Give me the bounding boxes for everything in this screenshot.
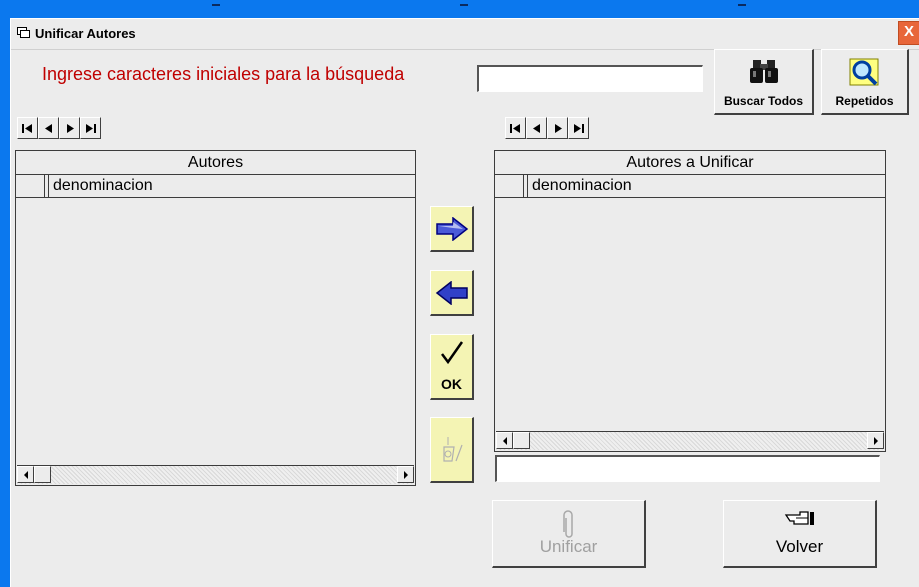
nav-first-button[interactable] xyxy=(505,117,526,139)
arrow-right-icon xyxy=(435,216,468,241)
clear-button[interactable] xyxy=(430,417,474,483)
scroll-right-button[interactable] xyxy=(867,432,884,449)
row-indicator-header xyxy=(495,174,524,197)
repetidos-label: Repetidos xyxy=(835,94,894,108)
title-bar[interactable]: Unificar Autores X xyxy=(11,19,919,50)
window-icon xyxy=(17,27,30,38)
ok-button[interactable]: OK xyxy=(430,334,474,400)
scroll-right-button[interactable] xyxy=(397,466,414,483)
selected-author-field[interactable] xyxy=(495,455,880,482)
desktop-decoration xyxy=(212,4,220,6)
paperclip-icon xyxy=(562,510,573,538)
add-author-button[interactable] xyxy=(430,206,474,252)
desktop-top xyxy=(0,0,919,18)
desktop-left xyxy=(0,0,10,586)
buscar-todos-button[interactable]: Buscar Todos xyxy=(714,49,814,115)
row-indicator-header xyxy=(16,174,45,197)
search-input[interactable] xyxy=(477,65,703,92)
nav-first-button[interactable] xyxy=(17,117,38,139)
buscar-todos-label: Buscar Todos xyxy=(723,94,804,108)
nav-last-button[interactable] xyxy=(80,117,101,139)
arrow-left-icon xyxy=(435,280,468,305)
right-navigator xyxy=(505,117,591,139)
desktop-decoration xyxy=(460,4,468,6)
checkmark-icon xyxy=(440,341,463,365)
autores-horizontal-scrollbar[interactable] xyxy=(17,465,414,484)
autores-a-unificar-grid[interactable]: Autores a Unificar denominacion xyxy=(494,150,886,452)
unificar-autores-window: Unificar Autores X Ingrese caracteres in… xyxy=(10,18,919,587)
autores-grid[interactable]: Autores denominacion xyxy=(15,150,416,486)
desktop-decoration xyxy=(738,4,746,6)
scroll-right-icon xyxy=(873,436,878,445)
close-icon: X xyxy=(903,23,914,40)
scroll-left-button[interactable] xyxy=(496,432,513,449)
autores-a-unificar-grid-title: Autores a Unificar xyxy=(495,151,885,175)
nav-next-button[interactable] xyxy=(59,117,80,139)
column-divider xyxy=(48,174,51,197)
nav-prev-button[interactable] xyxy=(526,117,547,139)
column-divider xyxy=(527,174,530,197)
ok-label: OK xyxy=(441,376,462,392)
first-record-icon xyxy=(510,123,520,133)
prev-record-icon xyxy=(532,123,540,133)
binoculars-icon xyxy=(749,60,778,83)
close-button[interactable]: X xyxy=(898,21,919,45)
volver-button[interactable]: Volver xyxy=(723,500,877,568)
prev-record-icon xyxy=(44,123,52,133)
last-record-icon xyxy=(574,123,584,133)
repetidos-button[interactable]: Repetidos xyxy=(821,49,909,115)
column-header-denominacion[interactable]: denominacion xyxy=(532,174,632,197)
scroll-left-button[interactable] xyxy=(17,466,34,483)
autores-grid-title: Autores xyxy=(16,151,415,175)
next-record-icon xyxy=(66,123,74,133)
scroll-left-icon xyxy=(502,436,507,445)
volver-label: Volver xyxy=(775,537,824,556)
left-navigator xyxy=(17,117,103,139)
remove-author-button[interactable] xyxy=(430,270,474,316)
scroll-thumb[interactable] xyxy=(34,466,51,483)
nav-next-button[interactable] xyxy=(547,117,568,139)
scroll-thumb[interactable] xyxy=(513,432,530,449)
unificar-label: Unificar xyxy=(539,537,598,556)
scroll-right-icon xyxy=(403,470,408,479)
search-prompt: Ingrese caracteres iniciales para la bús… xyxy=(42,64,405,84)
first-record-icon xyxy=(22,123,32,133)
scroll-left-icon xyxy=(23,470,28,479)
nav-last-button[interactable] xyxy=(568,117,589,139)
autores-grid-header-row: denominacion xyxy=(16,174,415,198)
last-record-icon xyxy=(86,123,96,133)
pointing-hand-icon xyxy=(784,511,814,525)
nav-prev-button[interactable] xyxy=(38,117,59,139)
unificar-button[interactable]: Unificar xyxy=(492,500,646,568)
window-title: Unificar Autores xyxy=(35,26,136,41)
magnifier-icon xyxy=(849,58,878,86)
autores-a-unificar-header-row: denominacion xyxy=(495,174,885,198)
eraser-icon xyxy=(442,436,463,462)
autores-a-unificar-horizontal-scrollbar[interactable] xyxy=(496,431,884,450)
next-record-icon xyxy=(554,123,562,133)
column-header-denominacion[interactable]: denominacion xyxy=(53,174,153,197)
